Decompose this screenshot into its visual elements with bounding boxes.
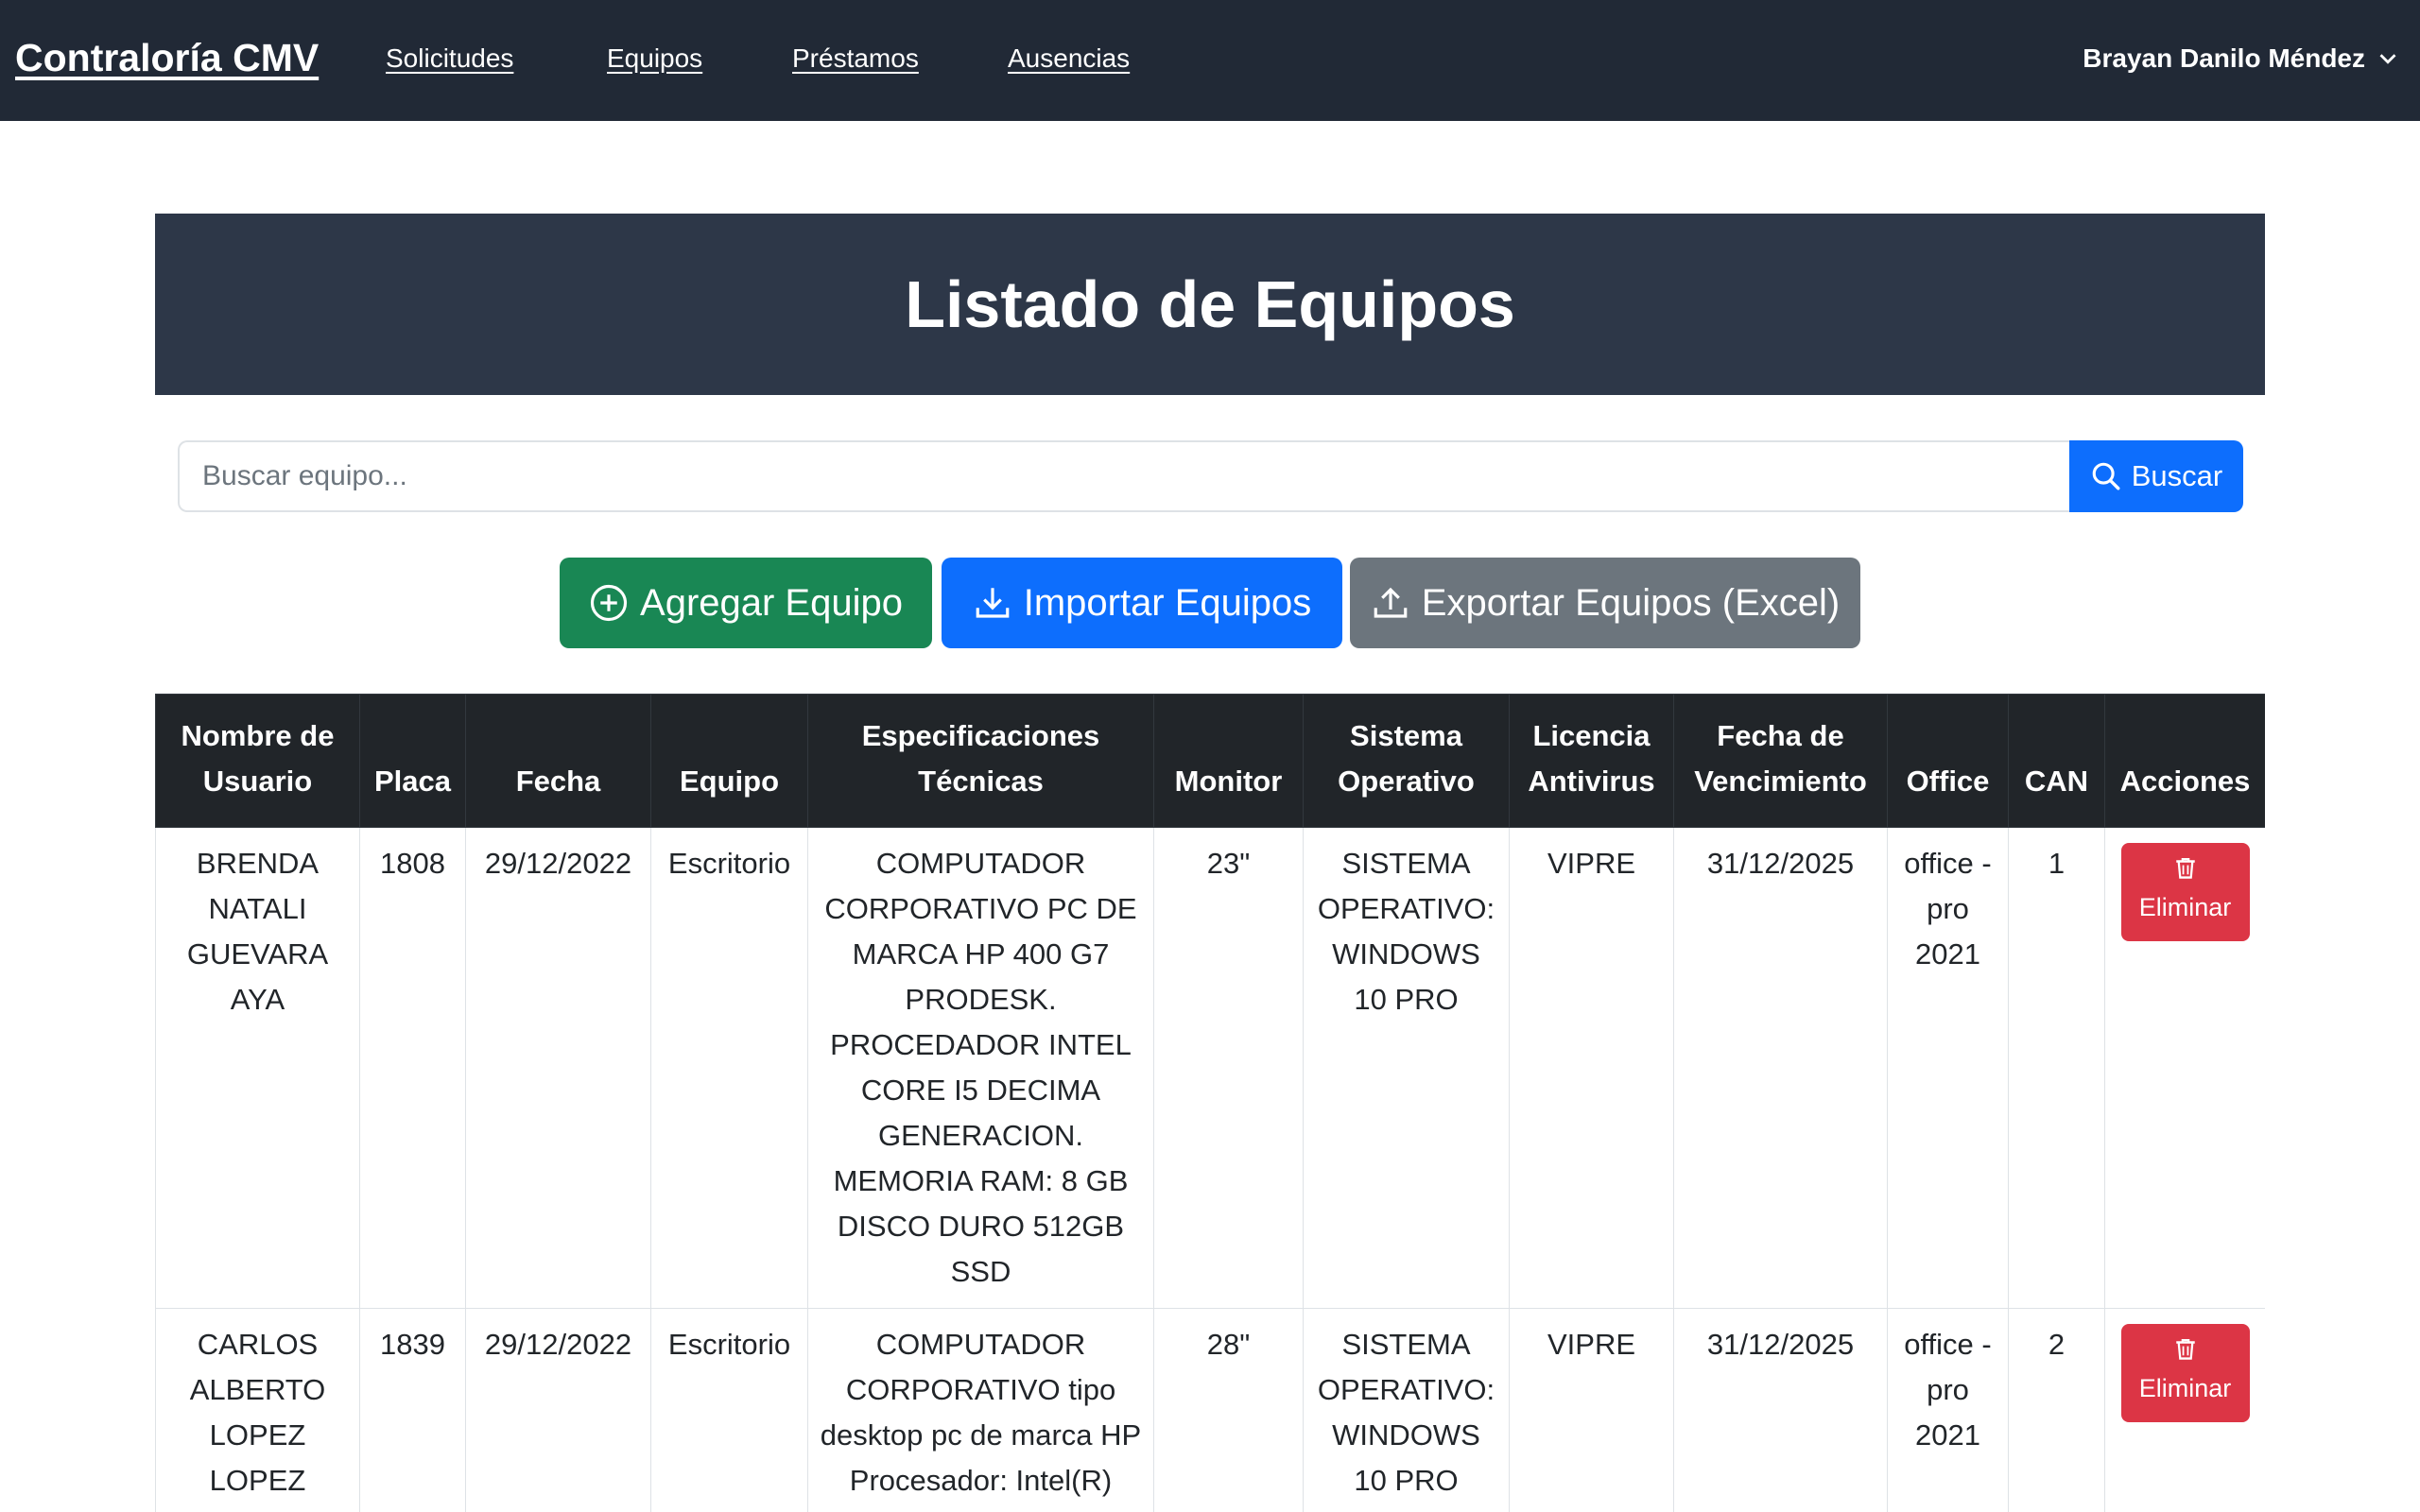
user-name: Brayan Danilo Méndez — [2083, 43, 2365, 73]
col-header-usuario: Nombre de Usuario — [155, 694, 360, 828]
cell-usuario: CARLOS ALBERTO LOPEZ LOPEZ — [155, 1308, 360, 1512]
export-equipment-button[interactable]: Exportar Equipos (Excel) — [1350, 558, 1860, 648]
col-header-especificaciones: Especificaciones Técnicas — [807, 694, 1154, 828]
col-header-vencimiento: Fecha de Vencimiento — [1673, 694, 1888, 828]
cell-acciones: Eliminar — [2104, 1308, 2265, 1512]
cell-vencimiento: 31/12/2025 — [1673, 1308, 1888, 1512]
equipment-table-container: Nombre de Usuario Placa Fecha Equipo Esp… — [155, 694, 2265, 1512]
cell-placa: 1839 — [359, 1308, 466, 1512]
nav-link-equipos[interactable]: Equipos — [607, 43, 702, 74]
add-equipment-button[interactable]: Agregar Equipo — [560, 558, 932, 648]
page-title: Listado de Equipos — [905, 267, 1515, 341]
cell-can: 1 — [2008, 827, 2105, 1309]
upload-icon — [1374, 587, 1408, 618]
cell-office: office - pro 2021 — [1887, 827, 2009, 1309]
col-header-office: Office — [1887, 694, 2009, 828]
add-equipment-label: Agregar Equipo — [640, 581, 903, 624]
cell-placa: 1808 — [359, 827, 466, 1309]
plus-circle-icon — [590, 584, 628, 622]
import-equipment-button[interactable]: Importar Equipos — [942, 558, 1342, 648]
cell-office: office - pro 2021 — [1887, 1308, 2009, 1512]
search-input[interactable] — [178, 440, 2070, 512]
col-header-monitor: Monitor — [1153, 694, 1304, 828]
cell-sistema: SISTEMA OPERATIVO: WINDOWS 10 PRO — [1303, 827, 1510, 1309]
trash-icon — [2175, 858, 2195, 879]
equipment-table: Nombre de Usuario Placa Fecha Equipo Esp… — [155, 694, 2265, 1512]
col-header-can: CAN — [2008, 694, 2105, 828]
cell-acciones: Eliminar — [2104, 827, 2265, 1309]
col-header-fecha: Fecha — [465, 694, 651, 828]
cell-vencimiento: 31/12/2025 — [1673, 827, 1888, 1309]
cell-monitor: 28" — [1153, 1308, 1304, 1512]
chevron-down-icon — [2379, 54, 2396, 64]
search-button-label: Buscar — [2131, 459, 2223, 492]
delete-button-label: Eliminar — [2138, 893, 2232, 921]
table-header: Nombre de Usuario Placa Fecha Equipo Esp… — [155, 694, 2265, 828]
trash-icon — [2175, 1339, 2195, 1360]
delete-button[interactable]: Eliminar — [2120, 843, 2250, 941]
col-header-antivirus: Licencia Antivirus — [1509, 694, 1674, 828]
nav-link-solicitudes[interactable]: Solicitudes — [386, 43, 513, 74]
cell-usuario: BRENDA NATALI GUEVARA AYA — [155, 827, 360, 1309]
export-equipment-label: Exportar Equipos (Excel) — [1421, 581, 1841, 624]
delete-button-label: Eliminar — [2138, 1374, 2232, 1402]
nav-link-ausencias[interactable]: Ausencias — [1008, 43, 1130, 74]
search-icon — [2092, 462, 2120, 490]
col-header-equipo: Equipo — [650, 694, 808, 828]
search-button[interactable]: Buscar — [2069, 440, 2243, 512]
table-row: BRENDA NATALI GUEVARA AYA 1808 29/12/202… — [155, 827, 2265, 1309]
cell-fecha: 29/12/2022 — [465, 1308, 651, 1512]
col-header-sistema: Sistema Operativo — [1303, 694, 1510, 828]
cell-monitor: 23" — [1153, 827, 1304, 1309]
page-header-banner: Listado de Equipos — [155, 214, 2265, 395]
cell-antivirus: VIPRE — [1509, 1308, 1674, 1512]
cell-sistema: SISTEMA OPERATIVO: WINDOWS 10 PRO — [1303, 1308, 1510, 1512]
cell-fecha: 29/12/2022 — [465, 827, 651, 1309]
nav-link-prestamos[interactable]: Préstamos — [792, 43, 919, 74]
cell-can: 2 — [2008, 1308, 2105, 1512]
brand-link[interactable]: Contraloría CMV — [15, 36, 319, 80]
col-header-acciones: Acciones — [2104, 694, 2265, 828]
import-equipment-label: Importar Equipos — [1023, 581, 1312, 624]
delete-button[interactable]: Eliminar — [2120, 1324, 2250, 1422]
user-menu-dropdown[interactable]: Brayan Danilo Méndez — [2083, 43, 2397, 74]
cell-equipo: Escritorio — [650, 827, 808, 1309]
top-navbar: Contraloría CMV Solicitudes Equipos Prés… — [0, 0, 2420, 121]
cell-especificaciones: COMPUTADOR CORPORATIVO PC DE MARCA HP 40… — [807, 827, 1154, 1309]
cell-especificaciones: COMPUTADOR CORPORATIVO tipo desktop pc d… — [807, 1308, 1154, 1512]
col-header-placa: Placa — [359, 694, 466, 828]
table-row: CARLOS ALBERTO LOPEZ LOPEZ 1839 29/12/20… — [155, 1308, 2265, 1512]
download-icon — [976, 588, 1010, 618]
cell-antivirus: VIPRE — [1509, 827, 1674, 1309]
cell-equipo: Escritorio — [650, 1308, 808, 1512]
